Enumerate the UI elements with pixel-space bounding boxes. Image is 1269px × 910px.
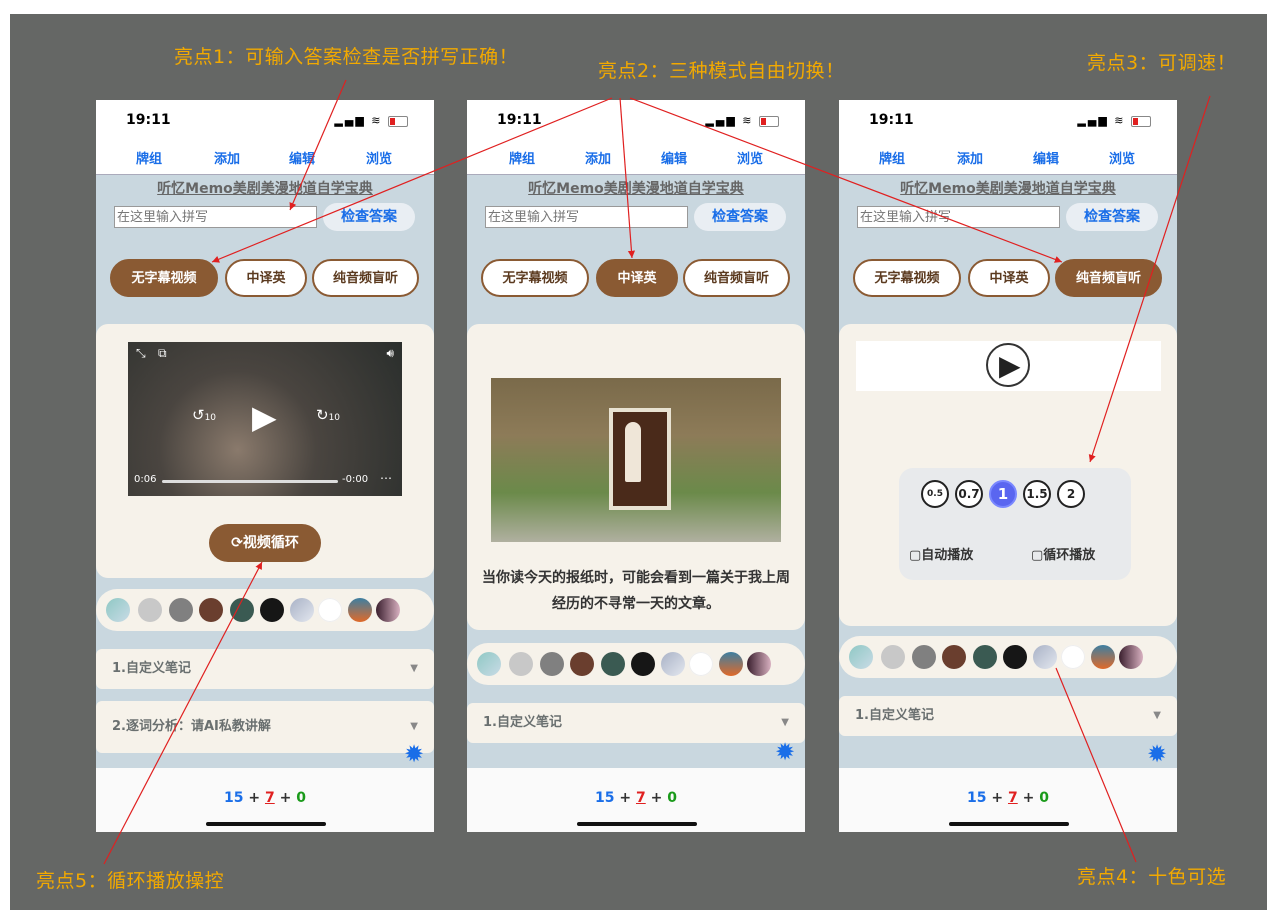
- arrow-mode-2: [619, 97, 636, 259]
- arrow-loop: [103, 561, 263, 865]
- annotation-arrows: [103, 79, 1211, 865]
- arrow-colors: [1055, 667, 1137, 863]
- arrow-spell: [289, 79, 347, 211]
- arrow-speed: [1088, 95, 1211, 463]
- arrow-mode-1: [211, 97, 613, 263]
- arrow-mode-3: [629, 97, 1063, 263]
